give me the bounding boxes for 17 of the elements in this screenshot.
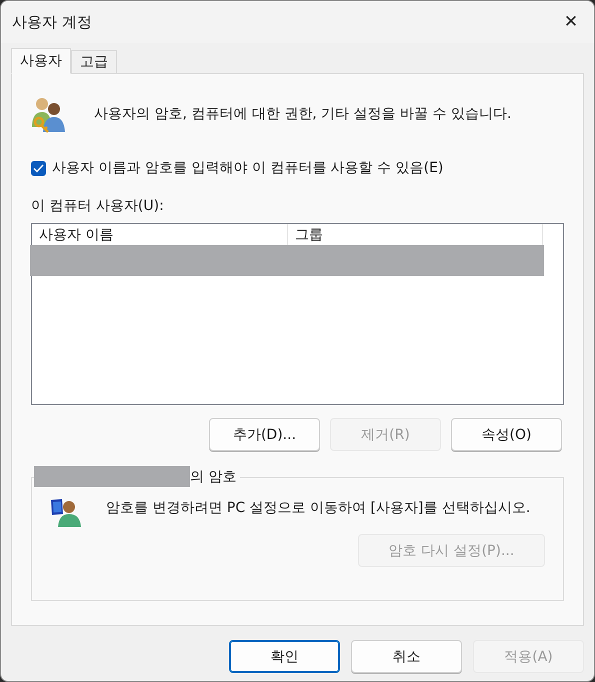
dialog-button[interactable]: 취소 <box>351 640 462 673</box>
window-title: 사용자 계정 <box>12 12 92 32</box>
tab[interactable]: 고급 <box>71 50 117 73</box>
users-list[interactable]: 사용자 이름 그룹 <box>31 223 564 405</box>
users-label: 이 컴퓨터 사용자(U): <box>31 197 165 215</box>
checkbox[interactable] <box>31 160 46 176</box>
user-computer-icon <box>50 498 82 528</box>
group-title: 의 암호 <box>190 468 238 486</box>
password-info-text: 암호를 변경하려면 PC 설정으로 이동하여 [사용자]를 선택하십시오. <box>106 499 532 518</box>
tab[interactable]: 사용자 <box>11 48 71 74</box>
checkbox-label[interactable]: 사용자 이름과 암호를 입력해야 이 컴퓨터를 사용할 수 있음(E) <box>52 159 444 177</box>
close-button[interactable]: ✕ <box>548 4 594 40</box>
users-key-icon <box>31 95 67 133</box>
list-action-button[interactable]: 추가(D)... <box>209 418 320 451</box>
dialog-button[interactable]: 확인 <box>229 640 340 673</box>
list-action-button[interactable]: 속성(O) <box>451 418 562 451</box>
description-text: 사용자의 암호, 컴퓨터에 대한 권한, 기타 설정을 바꿀 수 있습니다. <box>94 105 512 123</box>
